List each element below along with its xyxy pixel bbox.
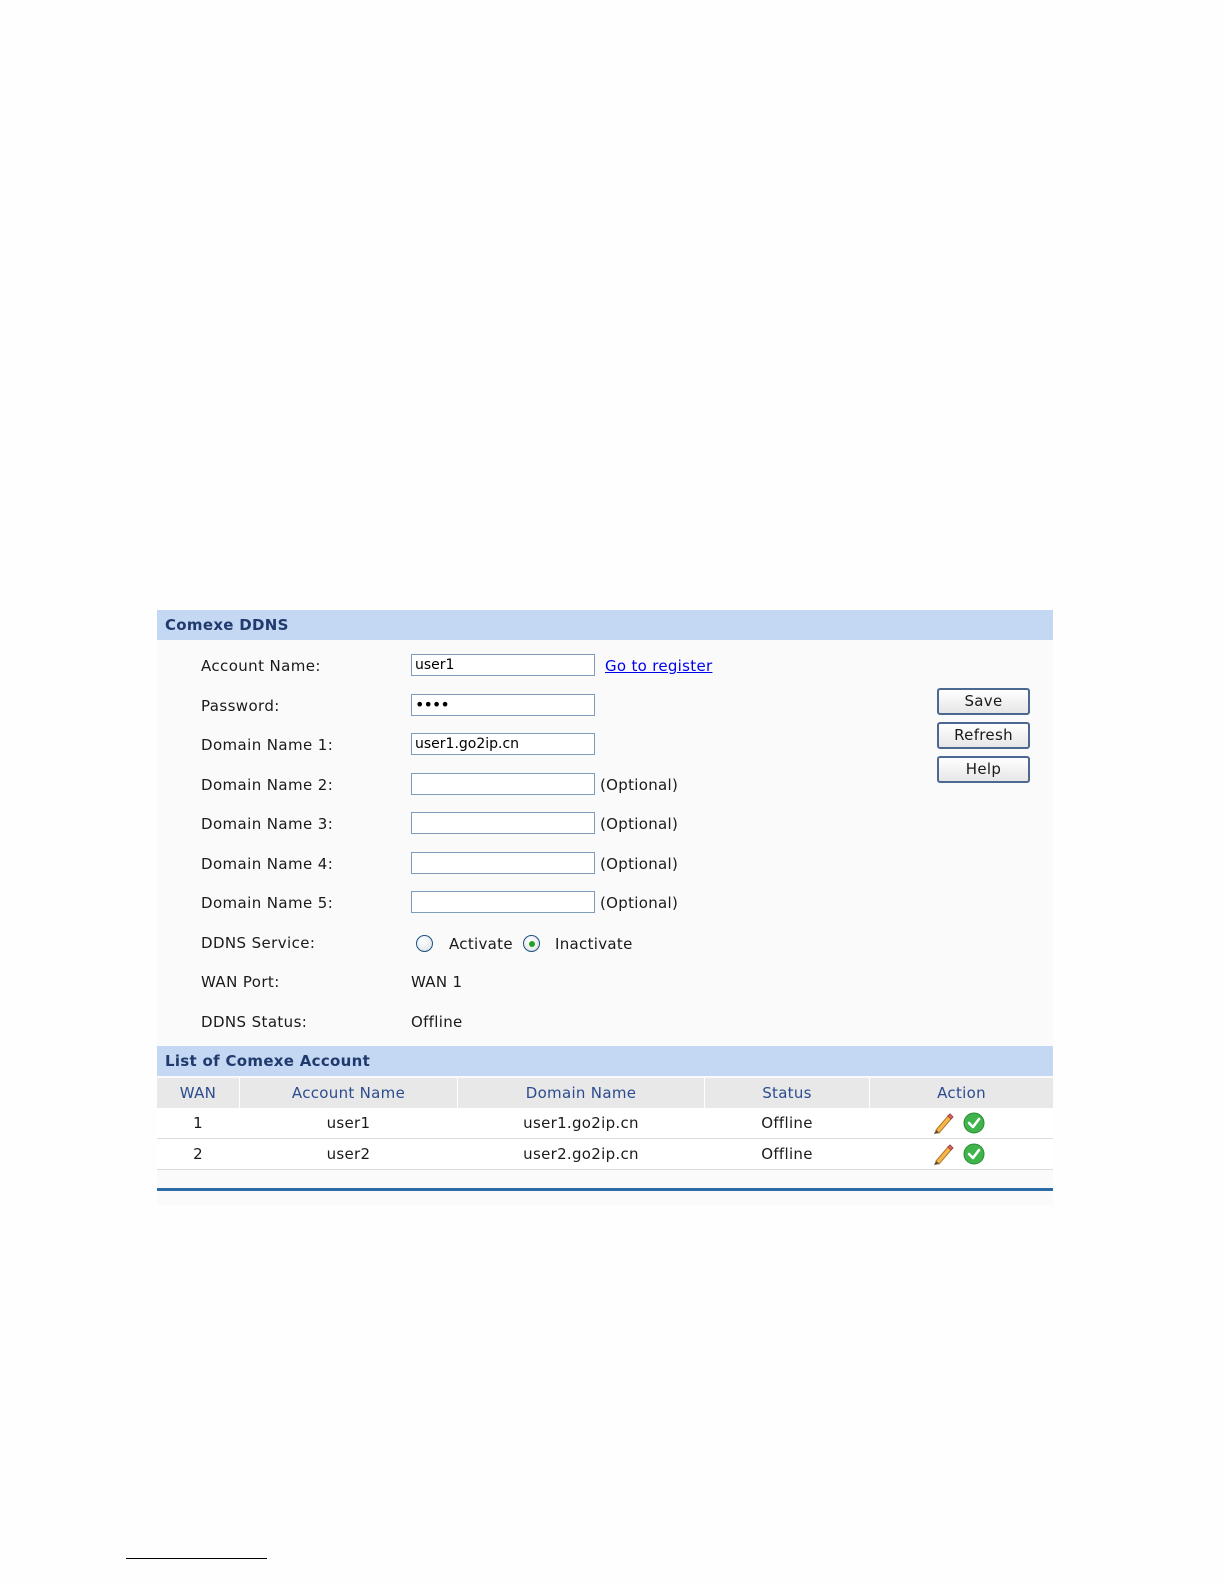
inactivate-radio-label: Inactivate <box>555 935 633 953</box>
cell-status: Offline <box>761 1145 813 1163</box>
account-name-input[interactable] <box>411 654 595 676</box>
password-label: Password: <box>201 697 280 715</box>
check-icon[interactable] <box>963 1112 985 1134</box>
save-button[interactable]: Save <box>937 688 1030 715</box>
go-to-register-link[interactable]: Go to register <box>605 657 712 675</box>
account-list-header: List of Comexe Account <box>157 1046 1053 1076</box>
cell-status: Offline <box>761 1114 813 1132</box>
activate-radio-label: Activate <box>449 935 513 953</box>
ddns-service-label: DDNS Service: <box>201 934 316 952</box>
panel-bottom-divider <box>157 1188 1053 1191</box>
domain-name-5-label: Domain Name 5: <box>201 894 334 912</box>
activate-radio[interactable] <box>416 935 433 952</box>
ddns-section-title: Comexe DDNS <box>165 616 289 634</box>
help-button[interactable]: Help <box>937 756 1030 783</box>
account-name-label: Account Name: <box>201 657 321 675</box>
account-list-title: List of Comexe Account <box>165 1052 371 1070</box>
cell-account-name: user1 <box>326 1114 371 1132</box>
cell-domain-name: user2.go2ip.cn <box>523 1145 639 1163</box>
domain-name-4-input[interactable] <box>411 852 595 874</box>
domain-name-1-label: Domain Name 1: <box>201 736 334 754</box>
cell-domain-name: user1.go2ip.cn <box>523 1114 639 1132</box>
table-row: 1 user1 user1.go2ip.cn Offline <box>157 1108 1053 1139</box>
check-icon[interactable] <box>963 1143 985 1165</box>
refresh-button[interactable]: Refresh <box>937 722 1030 749</box>
optional-hint: (Optional) <box>600 894 679 912</box>
optional-hint: (Optional) <box>600 815 679 833</box>
account-table-header: WAN Account Name Domain Name Status Acti… <box>157 1078 1053 1108</box>
domain-name-2-input[interactable] <box>411 773 595 795</box>
wan-port-value: WAN 1 <box>411 973 463 991</box>
edit-icon[interactable] <box>932 1112 954 1134</box>
ddns-status-label: DDNS Status: <box>201 1013 308 1031</box>
password-input[interactable]: •••• <box>411 694 595 716</box>
domain-name-1-input[interactable] <box>411 733 595 755</box>
ddns-panel: Comexe DDNS Account Name: Go to register… <box>157 610 1053 1205</box>
ddns-status-value: Offline <box>411 1013 463 1031</box>
inactivate-radio[interactable] <box>523 935 540 952</box>
domain-name-2-label: Domain Name 2: <box>201 776 334 794</box>
column-header-account-name: Account Name <box>291 1084 406 1102</box>
cell-account-name: user2 <box>326 1145 371 1163</box>
column-header-action: Action <box>937 1084 986 1102</box>
wan-port-label: WAN Port: <box>201 973 280 991</box>
footnote-separator <box>126 1558 267 1559</box>
cell-wan: 1 <box>193 1114 203 1132</box>
domain-name-5-input[interactable] <box>411 891 595 913</box>
column-header-domain-name: Domain Name <box>525 1084 637 1102</box>
cell-wan: 2 <box>193 1145 203 1163</box>
domain-name-4-label: Domain Name 4: <box>201 855 334 873</box>
edit-icon[interactable] <box>932 1143 954 1165</box>
domain-name-3-label: Domain Name 3: <box>201 815 334 833</box>
column-header-status: Status <box>762 1084 812 1102</box>
optional-hint: (Optional) <box>600 855 679 873</box>
optional-hint: (Optional) <box>600 776 679 794</box>
table-row: 2 user2 user2.go2ip.cn Offline <box>157 1139 1053 1170</box>
ddns-section-header: Comexe DDNS <box>157 610 1053 640</box>
domain-name-3-input[interactable] <box>411 812 595 834</box>
column-header-wan: WAN <box>179 1084 217 1102</box>
